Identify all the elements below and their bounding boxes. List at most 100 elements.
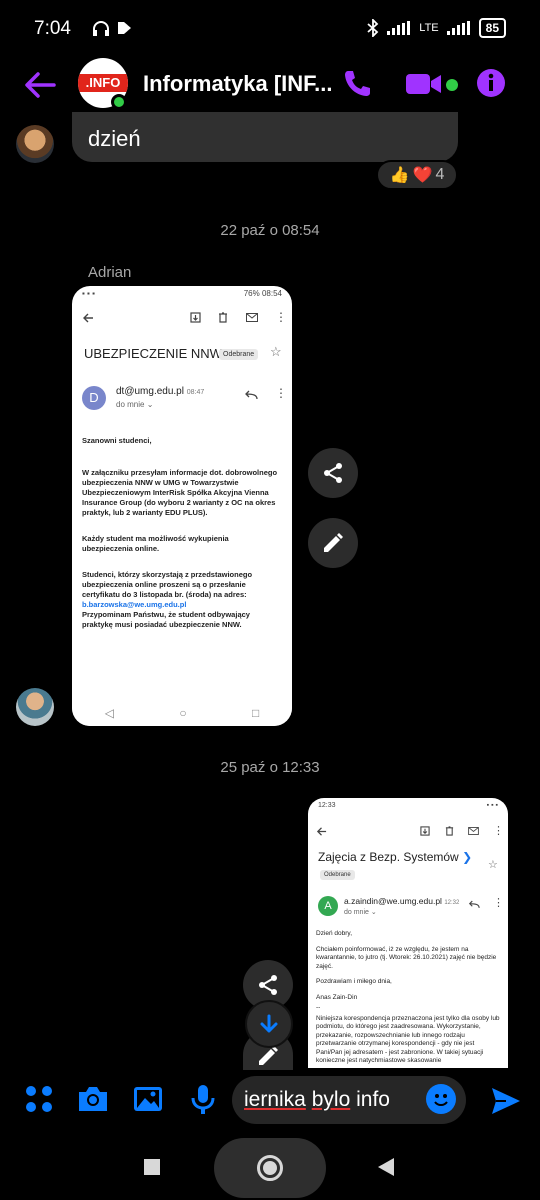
email-paragraph: Pozdrawiam i miłego dnia, xyxy=(316,978,392,985)
notification-icons xyxy=(92,20,132,36)
email-sender-address: dt@umg.edu.pl xyxy=(116,386,184,397)
trash-icon xyxy=(445,826,454,836)
nav-recents-icon: □ xyxy=(252,706,260,720)
network-type: LTE xyxy=(419,22,439,34)
system-nav-bar xyxy=(0,1130,540,1200)
video-camera-icon[interactable] xyxy=(406,72,442,96)
email-subject: UBEZPIECZENIE NNW. xyxy=(84,346,225,361)
inbox-badge: Odebrane xyxy=(320,870,355,880)
sender-avatar-2[interactable] xyxy=(16,688,54,726)
back-arrow-icon[interactable] xyxy=(24,70,56,100)
gallery-icon[interactable] xyxy=(131,1082,165,1116)
star-icon: ☆ xyxy=(270,344,282,359)
misspelled-word-2: bylo xyxy=(311,1088,351,1111)
misspelled-word: iernika xyxy=(244,1088,306,1111)
status-right: LTE 85 xyxy=(367,18,506,38)
email-more-icon: ⋮ xyxy=(275,386,287,400)
message-composer: iernika bylo info xyxy=(0,1070,540,1130)
star-icon: ☆ xyxy=(488,859,498,871)
sender-avatar[interactable] xyxy=(16,125,54,163)
status-time: 7:04 xyxy=(34,18,71,39)
chat-title[interactable]: Informatyka [INF... xyxy=(143,71,332,97)
mail-icon xyxy=(246,313,258,322)
share-icon xyxy=(259,975,277,995)
nav-home-icon: ○ xyxy=(179,706,187,720)
email-back-icon xyxy=(83,313,93,323)
reaction-count: 4 xyxy=(435,166,445,183)
image-attachment-email-nnw[interactable]: ▪ ▪ ▪ 76% 08:54 ⋮ UBEZPIECZENIE NNW. Ode… xyxy=(72,286,292,726)
email-sender: dt@umg.edu.pl 08:47 xyxy=(116,386,204,397)
share-icon xyxy=(324,463,342,483)
email-paragraph: Przypominam Państwu, że student odbywają… xyxy=(82,610,250,629)
info-icon[interactable] xyxy=(476,68,506,98)
thumbs-up-reaction: 👍 xyxy=(389,167,410,184)
smiley-icon xyxy=(434,1094,448,1106)
email-greeting: Szanowni studenci, xyxy=(82,436,152,445)
more-vert-icon: ⋮ xyxy=(275,310,287,324)
email-link: b.barzowska@we.umg.edu.pl xyxy=(82,600,187,609)
message-timestamp-2: 25 paź o 12:33 xyxy=(220,759,320,776)
play-icon xyxy=(118,22,131,34)
online-indicator xyxy=(111,94,127,110)
image-attachment-email-zajecia[interactable]: 12:33 ▪ ▪ ▪ ⋮ Zajęcia z Bezp. Systemów ❯… xyxy=(308,798,508,1068)
message-input-text: iernika bylo info xyxy=(244,1088,390,1112)
attachment-nav-bar: ◁ ○ □ xyxy=(72,706,292,720)
email-recipient: do mnie ⌄ xyxy=(344,909,377,916)
camera-icon[interactable] xyxy=(76,1082,110,1116)
scroll-to-bottom-button[interactable] xyxy=(245,1000,293,1048)
trash-icon xyxy=(219,312,227,323)
email-time: 12:32 xyxy=(444,900,460,906)
menu-dots-icon[interactable] xyxy=(22,1082,56,1116)
chat-header: .INFO Informatyka [INF... xyxy=(0,56,540,116)
email-recipient-text: do mnie xyxy=(116,400,145,409)
message-reactions[interactable]: 👍 ❤️ 4 xyxy=(376,160,458,190)
email-time: 08:47 xyxy=(186,389,205,396)
email-signature: Anas Zain-Din xyxy=(316,993,358,1001)
share-button[interactable] xyxy=(308,448,358,498)
signature-separator: -- xyxy=(316,1004,321,1011)
more-vert-icon: ⋮ xyxy=(493,825,504,837)
signal-icon xyxy=(387,21,411,35)
inbox-badge: Odebrane xyxy=(219,349,259,360)
send-icon[interactable] xyxy=(490,1086,522,1116)
important-marker-icon: ❯ xyxy=(462,850,473,864)
archive-icon xyxy=(420,826,430,836)
attachment-status-bar: 12:33 ▪ ▪ ▪ xyxy=(308,798,508,812)
arrow-down-icon xyxy=(260,1014,278,1033)
email-recipient: do mnie ⌄ xyxy=(116,400,154,409)
microphone-icon[interactable] xyxy=(186,1082,220,1116)
attachment-status-bar: ▪ ▪ ▪ 76% 08:54 xyxy=(72,286,292,302)
attachment-status-right: 76% 08:54 xyxy=(243,289,282,298)
sender-name: Adrian xyxy=(88,264,132,281)
email-subject: Zajęcia z Bezp. Systemów ❯ xyxy=(318,850,472,864)
email-paragraph: Chciałem poinformować, iż ze względu, że… xyxy=(316,945,497,970)
back-triangle-icon[interactable] xyxy=(378,1158,394,1176)
pencil-icon xyxy=(324,533,343,552)
phone-icon[interactable] xyxy=(342,68,372,98)
email-subject-text: Zajęcia z Bezp. Systemów xyxy=(318,850,459,864)
headphones-icon xyxy=(93,21,109,36)
email-back-icon xyxy=(316,827,327,836)
email-paragraph: Każdy student ma możliwość wykupienia ub… xyxy=(82,534,229,553)
email-sender-address: a.zaindin@we.umg.edu.pl xyxy=(344,896,442,906)
attachment-status-right-icons: ▪ ▪ ▪ xyxy=(486,802,498,809)
battery-indicator: 85 xyxy=(478,18,506,38)
message-text: dzień xyxy=(88,126,141,151)
attachment-status-left-icons: ▪ ▪ ▪ xyxy=(82,289,95,298)
active-call-indicator xyxy=(446,79,458,91)
nav-back-icon: ◁ xyxy=(104,706,114,720)
signal-icon-2 xyxy=(446,21,470,35)
emoji-button[interactable] xyxy=(426,1084,456,1114)
message-input-tail: info xyxy=(356,1088,390,1111)
email-disclaimer: Niniejsza korespondencja przeznaczona je… xyxy=(316,1014,500,1065)
home-button[interactable] xyxy=(214,1138,326,1198)
email-paragraph: W załączniku przesyłam informacje dot. d… xyxy=(82,468,278,517)
attachment-status-time: 12:33 xyxy=(318,802,336,809)
email-greeting: Dzień dobry, xyxy=(316,930,353,937)
edit-button[interactable] xyxy=(308,518,358,568)
email-body: Dzień dobry, Chciałem poinformować, iż z… xyxy=(316,930,502,1068)
recents-icon[interactable] xyxy=(144,1159,160,1175)
status-bar: 7:04 LTE 85 xyxy=(0,0,540,60)
email-body: Szanowni studenci, W załączniku przesyła… xyxy=(82,436,278,630)
mail-icon xyxy=(468,827,479,835)
